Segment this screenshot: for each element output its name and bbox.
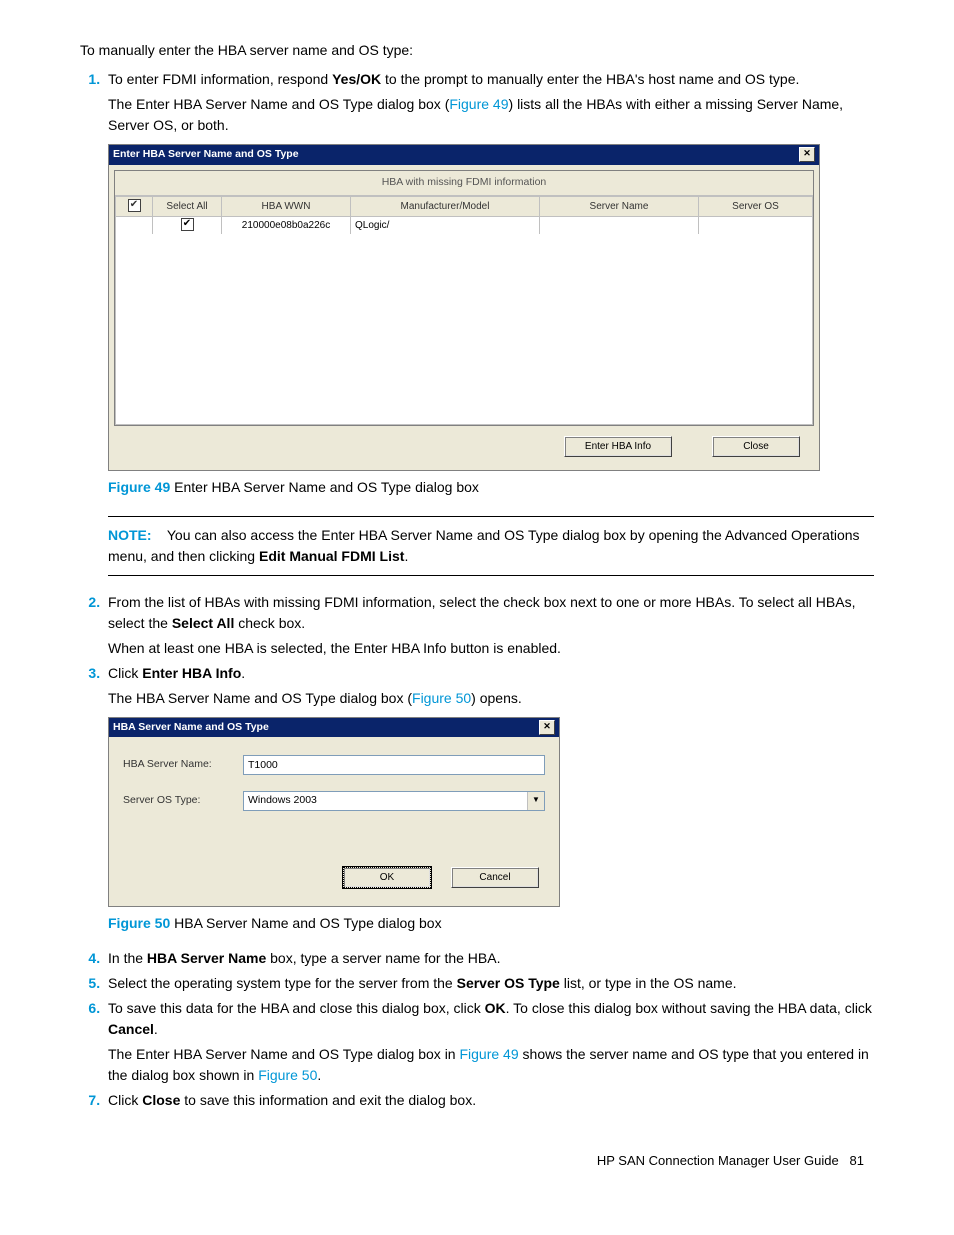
ok-button[interactable]: OK bbox=[343, 867, 431, 888]
step3-bold: Enter HBA Info bbox=[142, 665, 241, 681]
server-os-type-select[interactable]: Windows 2003 ▼ bbox=[243, 791, 545, 811]
cell-server-name bbox=[540, 216, 699, 234]
step-2: From the list of HBAs with missing FDMI … bbox=[104, 592, 874, 659]
select-all-checkbox[interactable]: ✔ bbox=[128, 199, 141, 212]
cell-server-os bbox=[699, 216, 813, 234]
step1-desc: The Enter HBA Server Name and OS Type di… bbox=[108, 96, 449, 112]
figure-50-text: HBA Server Name and OS Type dialog box bbox=[170, 915, 441, 931]
step5-bold: Server OS Type bbox=[457, 975, 560, 991]
close-icon[interactable]: ✕ bbox=[539, 720, 555, 735]
step7-text2: to save this information and exit the di… bbox=[180, 1092, 476, 1108]
note-bold: Edit Manual FDMI List bbox=[259, 548, 404, 564]
close-icon[interactable]: ✕ bbox=[799, 147, 815, 162]
step3-text2: . bbox=[241, 665, 245, 681]
step3-desc: The HBA Server Name and OS Type dialog b… bbox=[108, 690, 412, 706]
step2-bold: Select All bbox=[172, 615, 235, 631]
dialog49-title: Enter HBA Server Name and OS Type bbox=[113, 147, 299, 163]
hba-server-name-label: HBA Server Name: bbox=[123, 757, 243, 773]
server-os-type-value: Windows 2003 bbox=[244, 792, 527, 810]
hba-server-name-input[interactable]: T1000 bbox=[243, 755, 545, 775]
step5-text2: list, or type in the OS name. bbox=[560, 975, 737, 991]
figure-49-dialog: Enter HBA Server Name and OS Type ✕ HBA … bbox=[108, 144, 820, 471]
step4-bold: HBA Server Name bbox=[147, 950, 266, 966]
step1-text2: to the prompt to manually enter the HBA'… bbox=[381, 71, 799, 87]
page-footer: HP SAN Connection Manager User Guide 81 bbox=[80, 1151, 874, 1171]
note-block: NOTE: You can also access the Enter HBA … bbox=[108, 525, 874, 567]
step-6: To save this data for the HBA and close … bbox=[104, 998, 874, 1086]
col-server-os[interactable]: Server OS bbox=[699, 196, 813, 216]
step-5: Select the operating system type for the… bbox=[104, 973, 874, 994]
step6-text3: . bbox=[154, 1021, 158, 1037]
step7-bold: Close bbox=[142, 1092, 180, 1108]
step6-text2: . To close this dialog box without savin… bbox=[506, 1000, 872, 1016]
step6-desc3: . bbox=[317, 1067, 321, 1083]
hba-table: ✔ Select All HBA WWN Manufacturer/Model … bbox=[115, 196, 813, 234]
step3-desc2: ) opens. bbox=[471, 690, 522, 706]
note-top-rule bbox=[108, 516, 874, 517]
chevron-down-icon[interactable]: ▼ bbox=[527, 792, 544, 810]
step-1: To enter FDMI information, respond Yes/O… bbox=[104, 69, 874, 136]
step2-text2: check box. bbox=[234, 615, 305, 631]
figure-50-num: Figure 50 bbox=[108, 915, 170, 931]
col-hba-wwn[interactable]: HBA WWN bbox=[222, 196, 351, 216]
figure-49-ref[interactable]: Figure 49 bbox=[449, 96, 508, 112]
step1-bold: Yes/OK bbox=[332, 71, 381, 87]
dialog50-title: HBA Server Name and OS Type bbox=[113, 720, 269, 736]
enter-hba-info-button[interactable]: Enter HBA Info bbox=[564, 436, 672, 457]
step2-desc: When at least one HBA is selected, the E… bbox=[108, 638, 874, 659]
col-select-all[interactable]: Select All bbox=[153, 196, 222, 216]
cancel-button[interactable]: Cancel bbox=[451, 867, 539, 888]
dialog49-subtitle: HBA with missing FDMI information bbox=[115, 171, 813, 196]
cell-wwn: 210000e08b0a226c bbox=[222, 216, 351, 234]
col-server-name[interactable]: Server Name bbox=[540, 196, 699, 216]
note-label: NOTE: bbox=[108, 527, 152, 543]
figure-49-num: Figure 49 bbox=[108, 479, 170, 495]
step4-text2: box, type a server name for the HBA. bbox=[266, 950, 500, 966]
figure-50-dialog: HBA Server Name and OS Type ✕ HBA Server… bbox=[108, 717, 560, 908]
note-text2: . bbox=[404, 548, 408, 564]
step-7: Click Close to save this information and… bbox=[104, 1090, 874, 1111]
col-manufacturer[interactable]: Manufacturer/Model bbox=[351, 196, 540, 216]
figure-49-ref-2[interactable]: Figure 49 bbox=[459, 1046, 518, 1062]
table-row[interactable]: ✔ 210000e08b0a226c QLogic/ bbox=[116, 216, 813, 234]
step5-text: Select the operating system type for the… bbox=[108, 975, 457, 991]
step7-text: Click bbox=[108, 1092, 142, 1108]
footer-title: HP SAN Connection Manager User Guide bbox=[597, 1153, 839, 1168]
step3-text: Click bbox=[108, 665, 142, 681]
close-button[interactable]: Close bbox=[712, 436, 800, 457]
cell-manufacturer: QLogic/ bbox=[351, 216, 540, 234]
figure-49-text: Enter HBA Server Name and OS Type dialog… bbox=[170, 479, 479, 495]
row-checkbox[interactable]: ✔ bbox=[181, 218, 194, 231]
step4-text: In the bbox=[108, 950, 147, 966]
step-4: In the HBA Server Name box, type a serve… bbox=[104, 948, 874, 969]
step6-text: To save this data for the HBA and close … bbox=[108, 1000, 485, 1016]
step6-bold1: OK bbox=[485, 1000, 506, 1016]
figure-50-ref[interactable]: Figure 50 bbox=[412, 690, 471, 706]
figure-50-caption: Figure 50 HBA Server Name and OS Type di… bbox=[108, 913, 874, 934]
intro-text: To manually enter the HBA server name an… bbox=[80, 40, 874, 61]
server-os-type-label: Server OS Type: bbox=[123, 793, 243, 809]
step6-desc: The Enter HBA Server Name and OS Type di… bbox=[108, 1046, 459, 1062]
footer-page-number: 81 bbox=[850, 1153, 864, 1168]
figure-50-ref-2[interactable]: Figure 50 bbox=[258, 1067, 317, 1083]
step6-bold2: Cancel bbox=[108, 1021, 154, 1037]
dialog50-titlebar: HBA Server Name and OS Type ✕ bbox=[109, 718, 559, 738]
step1-text: To enter FDMI information, respond bbox=[108, 71, 332, 87]
dialog49-titlebar: Enter HBA Server Name and OS Type ✕ bbox=[109, 145, 819, 165]
figure-49-caption: Figure 49 Enter HBA Server Name and OS T… bbox=[108, 477, 874, 498]
note-bottom-rule bbox=[108, 575, 874, 576]
table-empty-area bbox=[115, 234, 813, 425]
note-text: You can also access the Enter HBA Server… bbox=[108, 527, 860, 564]
step-3: Click Enter HBA Info. The HBA Server Nam… bbox=[104, 663, 874, 709]
